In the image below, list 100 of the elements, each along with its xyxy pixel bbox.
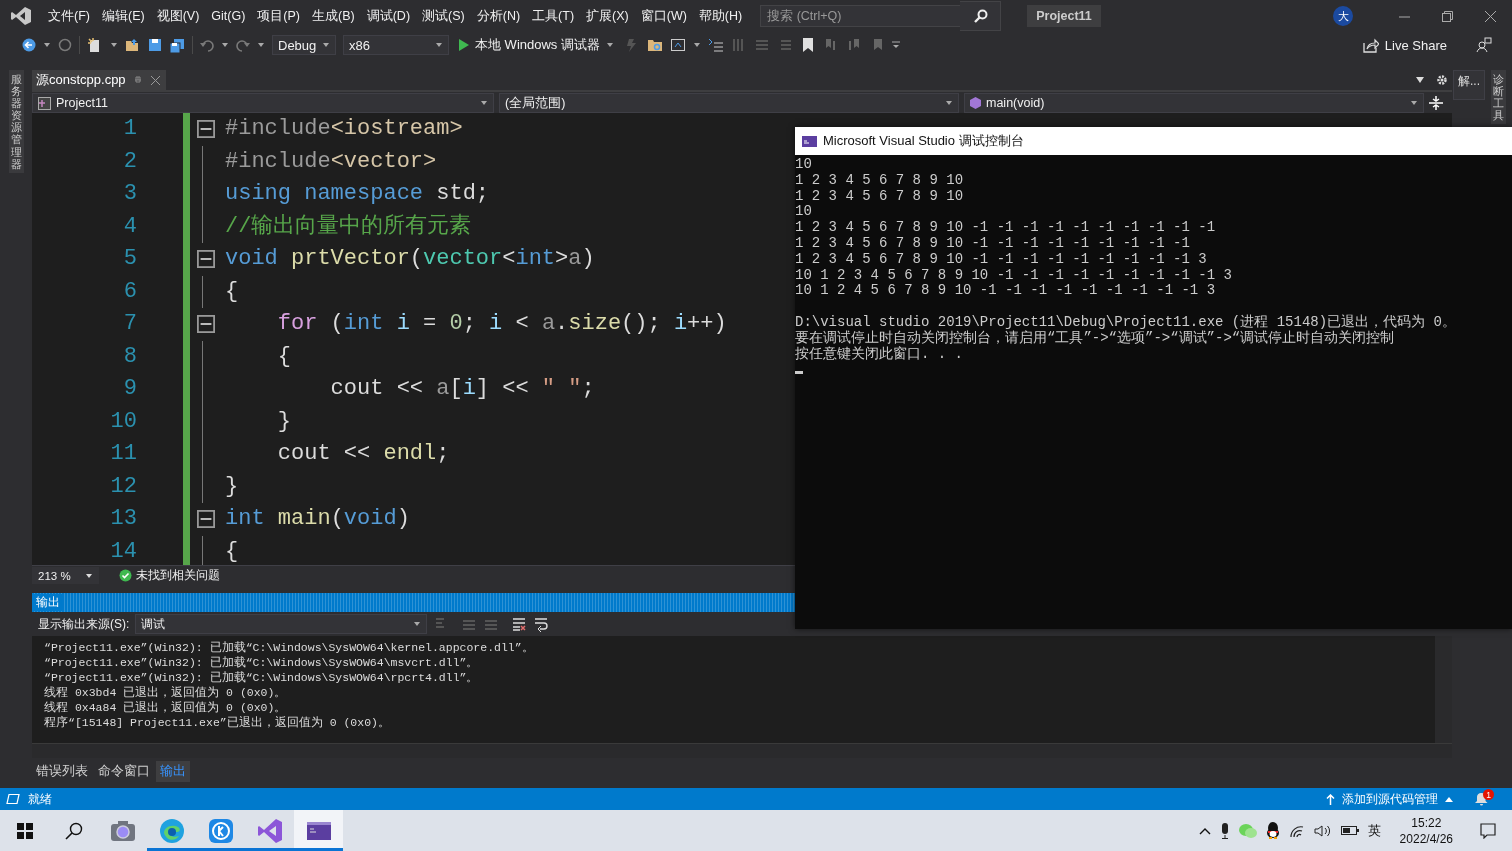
code-line: void prtVector(vector<int>a) — [225, 245, 595, 273]
panel-tab[interactable]: 命令窗口 — [94, 760, 154, 782]
dropdown-caret-icon[interactable] — [257, 42, 265, 48]
account-avatar[interactable]: 大 — [1333, 6, 1353, 26]
document-tab[interactable]: 源constcpp.cpp — [32, 70, 166, 90]
menu-item[interactable]: 编辑(E) — [95, 4, 151, 28]
output-line: “Project11.exe”(Win32): 已加载“C:\Windows\SysWOW64\rpcrt4.dll”。 — [44, 670, 480, 685]
menu-item[interactable]: 扩展(X) — [580, 4, 635, 28]
console-line: 要在调试停止时自动关闭控制台，请启用“工具”->“选项”->“调试”->“调试停止时自动关闭控制 — [795, 330, 1396, 346]
output-vertical-scrollbar[interactable] — [1435, 636, 1452, 743]
penguin-icon[interactable] — [1265, 822, 1280, 839]
code-line: cout << endl; — [276, 440, 450, 468]
dropdown-caret-icon[interactable] — [692, 42, 701, 48]
code-line: #include<iostream> — [225, 115, 463, 143]
caret-icon — [322, 42, 330, 48]
solution-explorer-tab[interactable]: 解... — [1453, 70, 1485, 100]
open-folder-icon[interactable] — [125, 38, 141, 52]
menu-item[interactable]: 分析(N) — [470, 4, 527, 28]
menu-item[interactable]: Git(G) — [205, 6, 252, 26]
search-icon[interactable] — [960, 1, 1002, 31]
code-line: } — [276, 407, 291, 436]
window-icon[interactable] — [669, 37, 686, 53]
split-window-icon[interactable] — [1429, 96, 1443, 110]
undo-icon[interactable] — [200, 38, 214, 52]
collapse-icon[interactable] — [197, 120, 215, 139]
output-source-dropdown[interactable]: 调试 — [135, 614, 428, 634]
save-all-icon[interactable] — [169, 37, 185, 53]
close-icon[interactable] — [1485, 10, 1496, 22]
menu-item[interactable]: 测试(S) — [416, 4, 471, 28]
notification-center-icon[interactable] — [1480, 822, 1496, 839]
word-wrap-icon[interactable] — [533, 616, 550, 632]
code-line: cout << a[i] << " "; — [329, 375, 595, 403]
menu-item[interactable]: 文件(F) — [42, 4, 96, 28]
live-share-button[interactable]: Live Share — [1362, 37, 1447, 53]
console-app-icon — [802, 135, 817, 147]
menu-item[interactable]: 帮助(H) — [692, 4, 749, 28]
battery-icon[interactable] — [1340, 825, 1359, 836]
console-line: 1 2 3 4 5 6 7 8 9 10 -1 -1 -1 -1 -1 -1 -1 -1 -1 3 — [795, 251, 1208, 268]
collapse-icon[interactable] — [197, 315, 215, 334]
menu-item[interactable]: 工具(T) — [526, 4, 581, 28]
sidebar-tab[interactable]: 服务器资源管理器 — [8, 70, 24, 173]
search-field[interactable]: 搜索 (Ctrl+Q) — [760, 5, 961, 27]
clock[interactable]: 15:22 2022/4/26 — [1399, 814, 1453, 847]
wifi-icon[interactable] — [1288, 823, 1305, 838]
collapse-icon[interactable] — [197, 510, 215, 529]
feedback-person-icon[interactable] — [1476, 37, 1492, 53]
console-line: 1 2 3 4 5 6 7 8 9 10 — [795, 172, 965, 189]
configuration-dropdown[interactable]: Debug — [272, 35, 336, 55]
clear-all-icon[interactable] — [511, 616, 528, 632]
caret-icon — [84, 572, 93, 579]
indent-icon[interactable] — [707, 37, 724, 53]
caret-up-icon — [1445, 796, 1453, 802]
menu-item[interactable]: 调试(D) — [360, 4, 417, 28]
console-line: 10 — [795, 157, 813, 173]
menu-item[interactable]: 项目(P) — [251, 4, 306, 28]
share-icon — [1362, 37, 1379, 53]
redo-icon[interactable] — [236, 38, 250, 52]
overflow-caret-icon[interactable] — [891, 41, 900, 49]
project-dropdown[interactable]: Project11 — [32, 93, 494, 113]
restore-icon[interactable] — [1442, 10, 1453, 22]
code-line: //输出向量中的所有元素 — [225, 212, 472, 241]
caret-icon — [945, 100, 953, 106]
dropdown-caret-icon[interactable] — [43, 42, 51, 48]
input-method-indicator[interactable]: 英 — [1367, 821, 1381, 840]
horizontal-scrollbar[interactable] — [32, 743, 1452, 758]
find-in-folder-icon[interactable] — [646, 37, 663, 53]
back-icon[interactable] — [22, 38, 36, 52]
taskbar-app-button[interactable] — [294, 810, 343, 851]
line-number: 5 — [122, 245, 137, 273]
add-to-source-control-button[interactable]: 添加到源代码管理 — [1326, 790, 1453, 808]
console-line: 10 1 2 3 4 5 6 7 8 9 10 -1 -1 -1 -1 -1 -1 -1 -1 -1 3 — [795, 267, 1233, 284]
dropdown-caret-icon[interactable] — [221, 42, 229, 48]
window-title: Microsoft Visual Studio 调试控制台 — [823, 132, 1024, 150]
save-icon[interactable] — [148, 38, 162, 52]
line-number: 9 — [122, 375, 137, 403]
date-text: 2022/4/26 — [1399, 830, 1453, 847]
tab-list-caret-icon[interactable] — [1416, 77, 1424, 83]
forward-icon[interactable] — [58, 38, 72, 52]
sidebar-tab[interactable]: 诊断工具 — [1491, 70, 1506, 125]
chevron-up-icon[interactable] — [1198, 826, 1211, 835]
start-debugging-button[interactable]: 本地 Windows 调试器 — [456, 36, 617, 54]
platform-dropdown[interactable]: x86 — [343, 35, 449, 55]
collapse-icon[interactable] — [197, 250, 215, 269]
menu-item[interactable]: 生成(B) — [306, 4, 361, 28]
line-number: 2 — [122, 147, 137, 176]
zoom-dropdown[interactable]: 213 % — [32, 567, 99, 584]
panel-tab[interactable]: 输出 — [156, 760, 190, 782]
panel-tab[interactable]: 错误列表 — [32, 760, 92, 782]
microphone-icon[interactable] — [1219, 822, 1230, 839]
settings-icon[interactable] — [1436, 74, 1448, 86]
code-line: for (int i = 0; i < a.size(); i++) — [276, 310, 727, 338]
menu-item[interactable]: 视图(V) — [150, 4, 206, 28]
scope-dropdown[interactable]: (全局范围) — [499, 93, 959, 113]
caret-icon — [413, 621, 422, 627]
speaker-icon[interactable] — [1313, 823, 1332, 838]
close-icon[interactable] — [150, 75, 160, 85]
menu-item[interactable]: 窗口(W) — [634, 4, 693, 28]
member-dropdown[interactable]: main(void) — [964, 93, 1424, 113]
caret-icon — [480, 100, 488, 106]
dropdown-caret-icon[interactable] — [110, 42, 118, 48]
